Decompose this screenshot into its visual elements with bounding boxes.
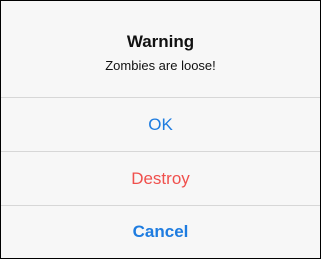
- alert-title: Warning: [126, 32, 195, 51]
- destroy-button[interactable]: Destroy: [1, 152, 320, 206]
- ok-button[interactable]: OK: [1, 98, 320, 152]
- alert-header: Warning Zombies are loose!: [1, 1, 320, 98]
- alert-dialog: Warning Zombies are loose! OK Destroy Ca…: [0, 0, 321, 259]
- alert-message: Zombies are loose!: [105, 58, 216, 73]
- cancel-button[interactable]: Cancel: [1, 206, 320, 258]
